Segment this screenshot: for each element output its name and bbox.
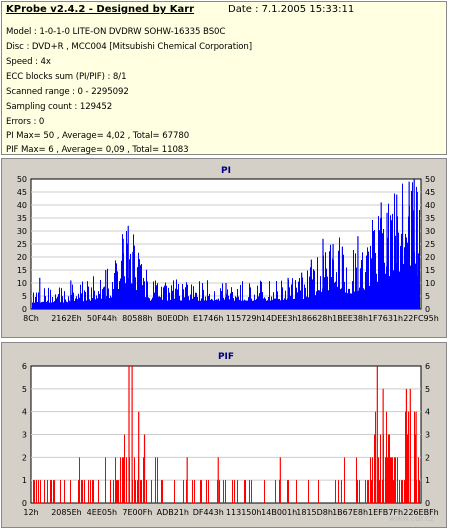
x-tick-label: 1F7631h [368, 314, 403, 323]
y-tick-label-right: 5 [425, 385, 430, 394]
x-tick-label: 22FC95h [403, 314, 439, 323]
x-tick-label: 113150h [226, 508, 262, 517]
y-tick-label-left: 0 [22, 305, 27, 314]
y-tick-label-right: 15 [425, 266, 435, 275]
y-tick-label-right: 25 [425, 240, 435, 249]
x-tick-label: 8Ch [23, 314, 39, 323]
x-tick-label: 115729h [226, 314, 262, 323]
chart-title: PIF [218, 352, 234, 362]
x-tick-label: 12h [23, 508, 38, 517]
info-panel: KProbe v2.4.2 - Designed by Karr Date : … [1, 1, 447, 155]
x-tick-label: 2085Eh [51, 508, 81, 517]
y-tick-label-right: 35 [425, 214, 435, 223]
info-pif-stats: PIF Max= 6 , Average= 0,09 , Total= 1108… [6, 145, 189, 155]
y-tick-label-left: 6 [22, 362, 27, 371]
info-model: Model : 1-0-1-0 LITE-ON DVDRW SOHW-16335… [6, 27, 226, 37]
y-tick-label-right: 4 [425, 408, 430, 417]
y-tick-label-right: 0 [425, 305, 430, 314]
y-tick-label-right: 30 [425, 227, 435, 236]
y-tick-label-right: 2 [425, 453, 430, 462]
info-errors: Errors : 0 [6, 117, 45, 127]
info-pi-stats: PI Max= 50 , Average= 4,02 , Total= 6778… [6, 131, 190, 141]
x-tick-label: ADB21h [157, 508, 189, 517]
y-tick-label-left: 30 [17, 227, 27, 236]
scan-date: Date : 7.1.2005 15:33:11 [228, 4, 355, 15]
y-tick-label-left: 3 [22, 431, 27, 440]
y-tick-label-left: 45 [17, 188, 27, 197]
y-tick-label-right: 50 [425, 175, 435, 184]
y-tick-label-left: 1 [22, 476, 27, 485]
y-tick-label-left: 25 [17, 240, 27, 249]
x-tick-label: DF443h [193, 508, 224, 517]
x-tick-label: 186628h [297, 314, 333, 323]
y-tick-label-left: 5 [22, 385, 27, 394]
x-tick-label: 1B67E8h [332, 508, 368, 517]
pi-chart: PI 0 0 5 5 10 10 15 15 20 20 25 25 30 30 35 35 40 40 45 45 50… [17, 166, 439, 323]
info-ecc-sum: ECC blocks sum (PI/PIF) : 8/1 [6, 72, 127, 82]
y-tick-label-right: 0 [425, 499, 430, 508]
y-tick-label-left: 35 [17, 214, 27, 223]
y-tick-label-left: 40 [17, 201, 27, 210]
pif-chart: PIF 0 0 1 1 2 2 3 3 4 4 5 5 6 6 12h 2085Eh 4EE05h 7E00Fh AD… [22, 352, 439, 523]
x-tick-label: 14DEE3h [261, 314, 298, 323]
y-tick-label-left: 10 [17, 279, 27, 288]
y-tick-label-left: 20 [17, 253, 27, 262]
x-tick-label: 1815D8h [296, 508, 333, 517]
y-tick-label-right: 6 [425, 362, 430, 371]
chart-title: PI [221, 166, 231, 176]
x-tick-label: 1BEE38h [332, 314, 368, 323]
y-tick-label-left: 15 [17, 266, 27, 275]
app-title: KProbe v2.4.2 - Designed by Karr [6, 4, 195, 15]
info-scanned-range: Scanned range : 0 - 2295092 [6, 87, 129, 97]
x-tick-label: 14B001h [261, 508, 297, 517]
x-tick-label: B0E0Dh [157, 314, 189, 323]
x-tick-label: 4EE05h [87, 508, 117, 517]
info-disc: Disc : DVD+R , MCC004 [Mitsubishi Chemic… [6, 42, 253, 52]
y-tick-label-right: 10 [425, 279, 435, 288]
y-tick-label-right: 40 [425, 201, 435, 210]
x-tick-label: 80588h [122, 314, 153, 323]
x-tick-label: 50F44h [87, 314, 117, 323]
info-sampling-count: Sampling count : 129452 [6, 102, 113, 112]
info-speed: Speed : 4x [6, 57, 51, 67]
x-tick-label: E1746h [193, 314, 223, 323]
y-tick-label-left: 2 [22, 453, 27, 462]
y-tick-label-right: 3 [425, 431, 430, 440]
x-tick-label: 2162Eh [51, 314, 81, 323]
y-tick-label-left: 4 [22, 408, 27, 417]
watermark: www.cdr.cz [389, 514, 435, 523]
y-tick-label-right: 45 [425, 188, 435, 197]
x-tick-label: 7E00Fh [122, 508, 152, 517]
y-tick-label-right: 5 [425, 292, 430, 301]
y-tick-label-left: 0 [22, 499, 27, 508]
pif-chart-panel: PIF 0 0 1 1 2 2 3 3 4 4 5 5 6 6 12h 2085Eh 4EE05h 7E00Fh AD… [1, 342, 447, 528]
pi-chart-panel: PI 0 0 5 5 10 10 15 15 20 20 25 25 30 30 35 35 40 40 45 45 50… [1, 158, 447, 338]
y-tick-label-right: 1 [425, 476, 430, 485]
y-tick-label-right: 20 [425, 253, 435, 262]
y-tick-label-left: 5 [22, 292, 27, 301]
y-tick-label-left: 50 [17, 175, 27, 184]
